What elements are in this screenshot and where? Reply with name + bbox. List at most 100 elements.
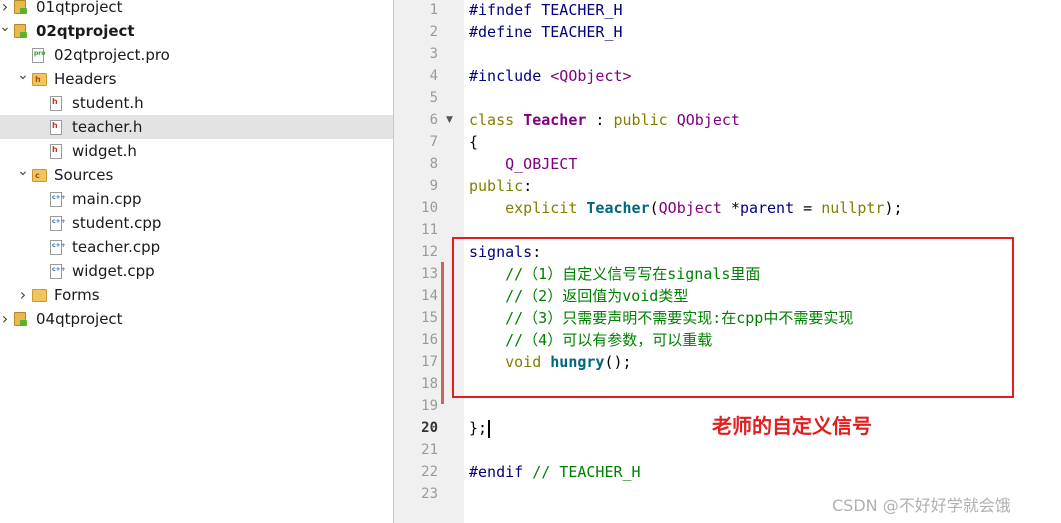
expand-arrow-icon[interactable]: › xyxy=(0,0,11,19)
line-number: 23 xyxy=(421,486,438,502)
tree-item[interactable]: c++ widget.cpp xyxy=(0,259,393,283)
pro-file-icon: pro xyxy=(32,48,45,63)
tree-item[interactable]: ⌄ c Sources xyxy=(0,163,393,187)
line-number: 7 xyxy=(429,134,438,150)
tree-item[interactable]: ⌄ 02qtproject xyxy=(0,19,393,43)
tree-item[interactable]: › 04qtproject xyxy=(0,307,393,331)
project-icon xyxy=(14,24,27,38)
text-cursor xyxy=(488,419,491,438)
code-token: #endif xyxy=(469,463,533,481)
code-token: : xyxy=(523,177,533,195)
change-marker-bar xyxy=(441,262,444,404)
code-token: class xyxy=(469,111,524,129)
code-token: Teacher xyxy=(523,111,587,129)
tree-item[interactable]: pro 02qtproject.pro xyxy=(0,43,393,67)
line-number: 6 xyxy=(429,112,438,128)
line-number: 13 xyxy=(421,266,438,282)
code-token: * xyxy=(730,199,740,217)
line-number: 8 xyxy=(429,156,438,172)
fold-marker-icon[interactable]: ▼ xyxy=(446,109,458,131)
line-number: 2 xyxy=(429,24,438,40)
tree-item-label: main.cpp xyxy=(72,190,142,208)
code-token: // TEACHER_H xyxy=(532,463,641,481)
code-token: ); xyxy=(884,199,903,217)
annotation-label: 老师的自定义信号 xyxy=(712,414,872,438)
line-number: 5 xyxy=(429,90,438,106)
code-line[interactable]: #include <QObject> xyxy=(469,65,632,87)
tree-item[interactable]: h student.h xyxy=(0,91,393,115)
code-token: public xyxy=(469,177,524,195)
line-number: 10 xyxy=(421,200,438,216)
cpp-file-icon: c++ xyxy=(50,192,66,207)
watermark: CSDN @不好好学就会饿 xyxy=(832,496,1011,515)
tree-item[interactable]: ⌄ h Headers xyxy=(0,67,393,91)
collapse-arrow-icon[interactable]: ⌄ xyxy=(17,67,29,91)
collapse-arrow-icon[interactable]: ⌄ xyxy=(17,163,29,187)
code-line[interactable]: Q_OBJECT xyxy=(469,153,577,175)
code-line[interactable]: }; xyxy=(469,417,491,439)
code-token: public xyxy=(613,111,677,129)
tree-item-label: Headers xyxy=(54,70,117,88)
code-token: explicit xyxy=(505,199,587,217)
sources-folder-icon: c xyxy=(32,169,47,182)
signals-highlight-box xyxy=(452,237,1014,398)
project-icon xyxy=(14,312,27,326)
code-token: = xyxy=(794,199,822,217)
tree-item[interactable]: h teacher.h xyxy=(0,115,393,139)
code-token: parent xyxy=(739,199,795,217)
tree-item-label: Sources xyxy=(54,166,114,184)
tree-item[interactable]: h widget.h xyxy=(0,139,393,163)
header-file-icon: h xyxy=(50,120,62,135)
tree-item-label: 01qtproject xyxy=(36,0,123,16)
tree-item[interactable]: c++ student.cpp xyxy=(0,211,393,235)
line-number: 16 xyxy=(421,332,438,348)
code-token: #include xyxy=(469,67,551,85)
expand-arrow-icon[interactable]: › xyxy=(0,307,11,331)
line-number: 3 xyxy=(429,46,438,62)
code-line[interactable]: { xyxy=(469,131,478,153)
expand-arrow-icon[interactable]: › xyxy=(17,283,29,307)
header-file-icon: h xyxy=(50,144,62,159)
code-line[interactable]: explicit Teacher(QObject *parent = nullp… xyxy=(469,197,903,219)
code-token: QObject xyxy=(658,199,731,217)
code-line[interactable]: #ifndef TEACHER_H xyxy=(469,0,623,21)
tree-item-label: widget.cpp xyxy=(72,262,155,280)
code-token: ( xyxy=(649,199,659,217)
line-number: 17 xyxy=(421,354,438,370)
code-line[interactable]: public: xyxy=(469,175,532,197)
line-number: 22 xyxy=(421,464,438,480)
line-number: 20 xyxy=(421,420,438,436)
line-number: 9 xyxy=(429,178,438,194)
tree-item-label: widget.h xyxy=(72,142,137,160)
line-number: 4 xyxy=(429,68,438,84)
cpp-file-icon: c++ xyxy=(50,264,66,279)
code-token: <QObject> xyxy=(550,67,632,85)
code-line[interactable]: #endif // TEACHER_H xyxy=(469,461,641,483)
code-line[interactable]: #define TEACHER_H xyxy=(469,21,623,43)
line-number: 1 xyxy=(429,2,438,18)
tree-item-label: 04qtproject xyxy=(36,310,123,328)
code-line[interactable]: class Teacher : public QObject xyxy=(469,109,740,131)
project-tree[interactable]: › 01qtproject ⌄ 02qtproject pro 02qtproject.p… xyxy=(0,0,394,523)
tree-item-label: Forms xyxy=(54,286,100,304)
header-file-icon: h xyxy=(50,96,62,111)
line-number: 18 xyxy=(421,376,438,392)
code-token: { xyxy=(469,133,479,151)
line-number: 12 xyxy=(421,244,438,260)
tree-item[interactable]: c++ teacher.cpp xyxy=(0,235,393,259)
tree-item[interactable]: c++ main.cpp xyxy=(0,187,393,211)
code-token: QObject xyxy=(676,111,740,129)
tree-item-label: student.cpp xyxy=(72,214,162,232)
code-token: #ifndef TEACHER_H xyxy=(469,1,623,19)
line-number: 15 xyxy=(421,310,438,326)
cpp-file-icon: c++ xyxy=(50,216,66,231)
headers-folder-icon: h xyxy=(32,73,47,86)
line-number: 21 xyxy=(421,442,438,458)
tree-item-label: student.h xyxy=(72,94,144,112)
collapse-arrow-icon[interactable]: ⌄ xyxy=(0,19,11,43)
tree-item[interactable]: › 01qtproject xyxy=(0,0,393,19)
code-token: #define TEACHER_H xyxy=(469,23,623,41)
tree-item[interactable]: › Forms xyxy=(0,283,393,307)
project-icon xyxy=(14,0,27,14)
